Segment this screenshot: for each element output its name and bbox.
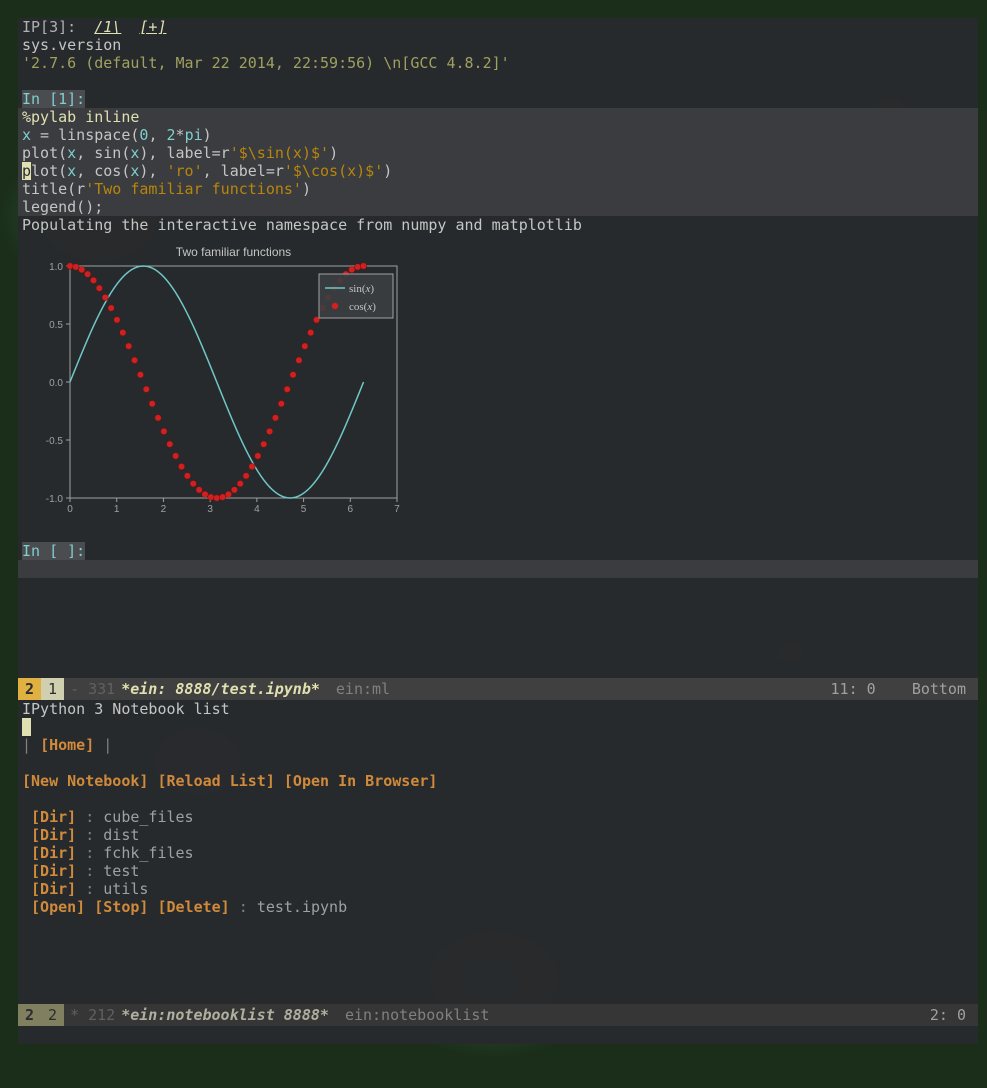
modeline-bottom: 22 * 212 *ein:notebooklist 8888* ein:not… (18, 1004, 978, 1026)
svg-text:sin(x): sin(x) (349, 283, 374, 295)
nblist-title: IPython 3 Notebook list (22, 700, 974, 718)
empty-space (18, 578, 978, 678)
output-line: '2.7.6 (default, Mar 22 2014, 22:59:56) … (22, 54, 974, 72)
svg-text:3: 3 (207, 504, 213, 515)
svg-text:7: 7 (394, 504, 400, 515)
code-line: %pylab inline (22, 108, 139, 126)
svg-text:Two familiar functions: Two familiar functions (176, 245, 291, 259)
buffer-name: *ein: 8888/test.ipynb* (121, 678, 320, 700)
dir-button[interactable]: [Dir] (31, 880, 76, 898)
window-badge[interactable]: 2 (41, 1004, 64, 1026)
new-notebook-button[interactable]: [New Notebook] (22, 772, 148, 790)
dir-name: fchk_files (103, 844, 193, 862)
dir-name: dist (103, 826, 139, 844)
workspace-badge[interactable]: 2 (18, 1004, 41, 1026)
svg-text:-1.0: -1.0 (46, 494, 64, 505)
svg-text:2: 2 (161, 504, 167, 515)
cell1-output-text: Populating the interactive namespace fro… (18, 216, 978, 234)
dir-name: utils (103, 880, 148, 898)
cell2-prompt: In [ ]: (22, 542, 85, 560)
cell1-prompt: In [1]: (22, 90, 85, 108)
major-mode: ein:notebooklist (329, 1004, 490, 1026)
dir-name: cube_files (103, 808, 193, 826)
open-in-browser-button[interactable]: [Open In Browser] (284, 772, 438, 790)
reload-list-button[interactable]: [Reload List] (157, 772, 274, 790)
svg-text:0.0: 0.0 (49, 378, 63, 389)
cell1-code[interactable]: %pylab inline x = linspace(0, 2*pi) plot… (18, 108, 978, 216)
dir-name: test (103, 862, 139, 880)
dir-button[interactable]: [Dir] (31, 808, 76, 826)
cell1-output-figure: Two familiar functions 0 1 2 3 4 5 6 7 -1.0 -0.5 0.… (18, 234, 978, 524)
delete-nb-button[interactable]: [Delete] (157, 898, 229, 916)
output-line: Populating the interactive namespace fro… (22, 216, 974, 234)
text-cursor (22, 718, 31, 736)
buffer-name: *ein:notebooklist 8888* (121, 1004, 329, 1026)
modeline-flags: * 212 (64, 1004, 121, 1026)
svg-text:-0.5: -0.5 (46, 436, 64, 447)
empty-space (18, 916, 978, 1004)
output-line: sys.version (22, 36, 974, 54)
home-button[interactable]: [Home] (40, 736, 94, 754)
notebooklist: IPython 3 Notebook list | [Home] | [New … (18, 700, 978, 916)
code-line: legend(); (22, 198, 103, 216)
header-line: IP[3]: /1\ [+] (18, 18, 978, 36)
dir-button[interactable]: [Dir] (31, 844, 76, 862)
major-mode: ein:ml (320, 678, 390, 700)
svg-text:5: 5 (301, 504, 307, 515)
add-tab[interactable]: [+] (139, 18, 166, 36)
cell0-output: sys.version '2.7.6 (default, Mar 22 2014… (18, 36, 978, 72)
kernel-label: IP[3]: (22, 18, 76, 36)
svg-text:1: 1 (114, 504, 120, 515)
svg-text:0: 0 (67, 504, 73, 515)
modeline-flags: - 331 (64, 678, 121, 700)
worksheet-tab[interactable]: /1\ (94, 18, 121, 36)
chart-svg: Two familiar functions 0 1 2 3 4 5 6 7 -1.0 -0.5 0.… (22, 240, 407, 520)
dir-button[interactable]: [Dir] (31, 826, 76, 844)
line-col: 2: 0 (930, 1004, 978, 1026)
workspace-badge[interactable]: 2 (18, 678, 41, 700)
open-nb-button[interactable]: [Open] (31, 898, 85, 916)
text-cursor: p (22, 162, 31, 180)
nb-item-name: test.ipynb (257, 898, 347, 916)
window-badge[interactable]: 1 (41, 678, 64, 700)
svg-text:4: 4 (254, 504, 260, 515)
line-col: 11: 0 (831, 680, 876, 698)
svg-text:6: 6 (348, 504, 354, 515)
modeline-top: 21 - 331 *ein: 8888/test.ipynb* ein:ml 1… (18, 678, 978, 700)
dir-button[interactable]: [Dir] (31, 862, 76, 880)
scroll-pos: Bottom (912, 680, 966, 698)
svg-text:0.5: 0.5 (49, 320, 63, 331)
stop-nb-button[interactable]: [Stop] (94, 898, 148, 916)
svg-text:cos(x): cos(x) (349, 301, 376, 313)
cell2-code[interactable] (18, 560, 978, 578)
svg-text:1.0: 1.0 (49, 262, 63, 273)
minibuffer[interactable] (18, 1026, 978, 1044)
